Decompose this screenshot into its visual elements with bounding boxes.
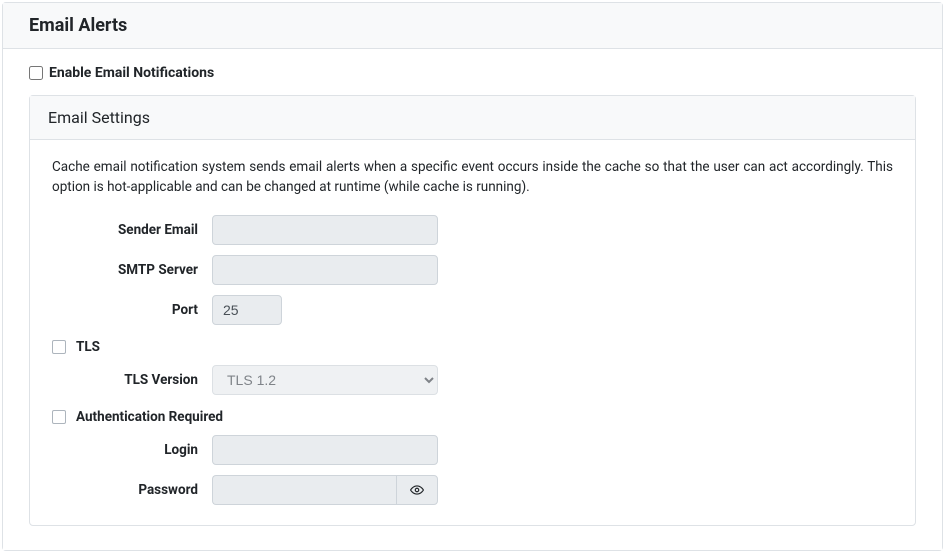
tls-version-row: TLS Version TLS 1.2: [52, 365, 893, 395]
page-header: Email Alerts: [3, 3, 942, 49]
port-label: Port: [52, 302, 212, 318]
password-label: Password: [52, 482, 212, 498]
password-input[interactable]: [212, 475, 396, 505]
sender-email-input[interactable]: [212, 215, 438, 245]
tls-version-label: TLS Version: [52, 372, 212, 388]
email-settings-body: Cache email notification system sends em…: [30, 140, 915, 525]
sender-email-label: Sender Email: [52, 222, 212, 238]
smtp-server-label: SMTP Server: [52, 262, 212, 278]
email-settings-description: Cache email notification system sends em…: [52, 158, 893, 197]
enable-email-row[interactable]: Enable Email Notifications: [29, 65, 916, 81]
tls-checkbox[interactable]: [52, 340, 66, 354]
enable-email-checkbox[interactable]: [29, 66, 43, 80]
email-settings-panel: Email Settings Cache email notification …: [29, 95, 916, 526]
page-title: Email Alerts: [29, 15, 916, 36]
password-input-group: [212, 475, 438, 505]
tls-label: TLS: [76, 339, 100, 355]
auth-required-checkbox[interactable]: [52, 410, 66, 424]
eye-icon: [410, 483, 424, 497]
enable-email-label: Enable Email Notifications: [49, 65, 214, 81]
tls-row[interactable]: TLS: [52, 339, 893, 355]
smtp-server-row: SMTP Server: [52, 255, 893, 285]
toggle-password-button[interactable]: [396, 475, 438, 505]
auth-required-label: Authentication Required: [76, 409, 223, 425]
email-settings-header: Email Settings: [30, 96, 915, 140]
login-row: Login: [52, 435, 893, 465]
tls-version-select[interactable]: TLS 1.2: [212, 365, 438, 395]
sender-email-row: Sender Email: [52, 215, 893, 245]
port-row: Port: [52, 295, 893, 325]
login-input[interactable]: [212, 435, 438, 465]
password-row: Password: [52, 475, 893, 505]
auth-required-row[interactable]: Authentication Required: [52, 409, 893, 425]
login-label: Login: [52, 442, 212, 458]
body-area: Enable Email Notifications Email Setting…: [3, 49, 942, 550]
email-alerts-section: Email Alerts Enable Email Notifications …: [2, 2, 943, 551]
smtp-server-input[interactable]: [212, 255, 438, 285]
port-input[interactable]: [212, 295, 282, 325]
